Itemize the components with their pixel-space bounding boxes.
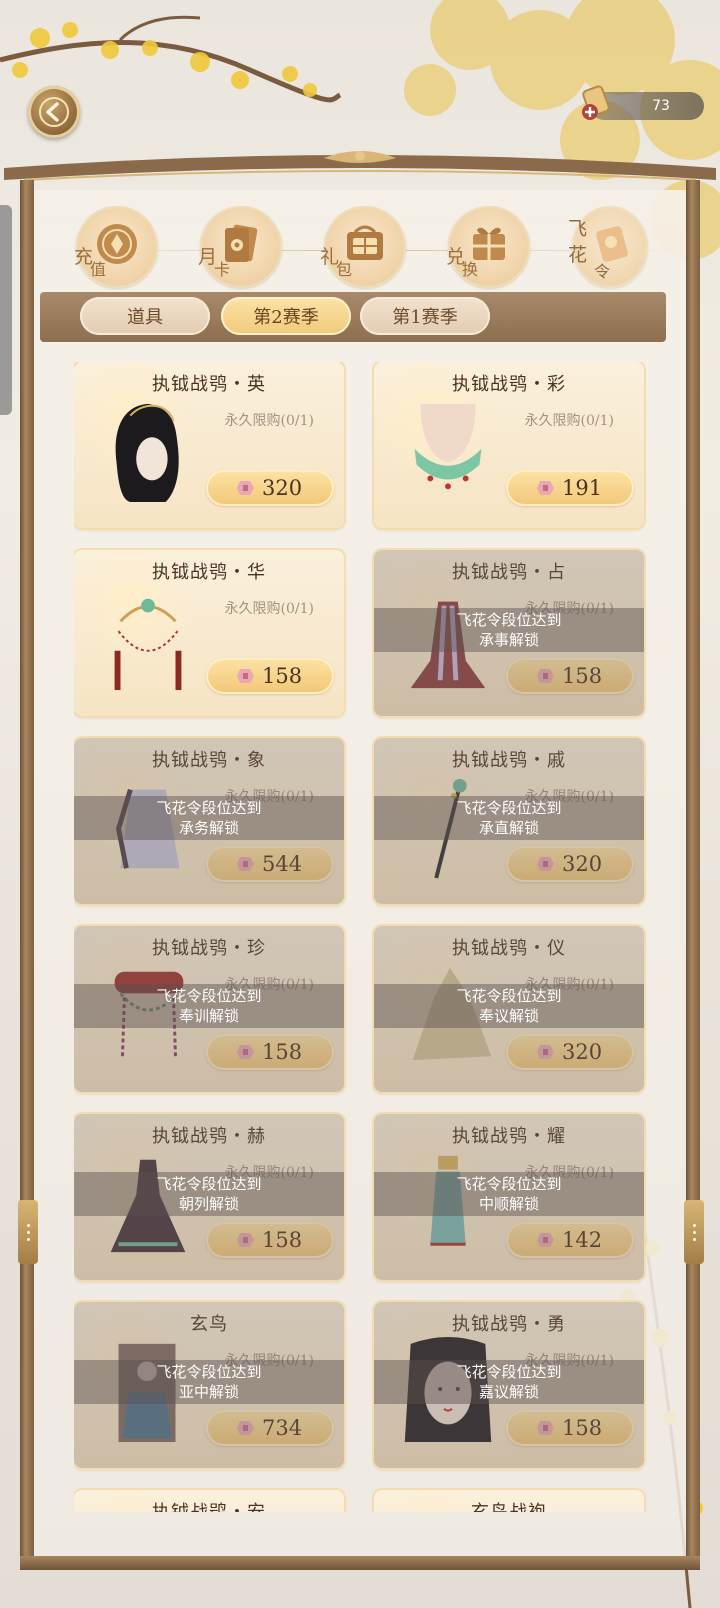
item-card[interactable]: 玄鸟战袍	[374, 1490, 644, 1512]
black-hairstyle-image	[115, 403, 179, 503]
item-card[interactable]: 执钺战鸮・安	[74, 1490, 344, 1512]
item-name: 执钺战鸮・华	[152, 562, 266, 583]
item-card[interactable]: 执钺战鸮・耀 永久限购(0/1) 142 飞花令段位达到 中顺解锁	[374, 1114, 644, 1280]
item-card[interactable]: 执钺战鸮・珍 永久限购(0/1) 158 飞花令段位达到 奉训解锁	[74, 926, 344, 1092]
item-grid: 执钺战鸮・英 永久限购(0/1) 320 执钺战鸮・彩 永久限购(0/1) 191 执钺战鸮…	[74, 362, 654, 1512]
item-name: 玄鸟战袍	[374, 1498, 644, 1512]
item-card[interactable]: 执钺战鸮・仪 永久限购(0/1) 320 飞花令段位达到 奉议解锁	[374, 926, 644, 1092]
unlock-requirement-line2: 承务解锁	[178, 819, 239, 837]
frame-bottom-bar	[20, 1556, 700, 1570]
tab-bar: 道具 第2赛季 第1赛季	[40, 292, 666, 342]
unlock-requirement: 飞花令段位达到 承务解锁	[74, 796, 344, 840]
item-card[interactable]: 执钺战鸮・勇 永久限购(0/1) 158 飞花令段位达到 嘉议解锁	[374, 1302, 644, 1468]
unlock-requirement: 飞花令段位达到 奉议解锁	[374, 984, 644, 1028]
unlock-requirement-line2: 奉议解锁	[478, 1007, 539, 1025]
purchase-limit: 永久限购(0/1)	[224, 413, 314, 429]
unlock-requirement: 飞花令段位达到 奉训解锁	[74, 984, 344, 1028]
unlock-requirement-line2: 亚中解锁	[178, 1383, 239, 1401]
frame-right-pillar	[686, 180, 700, 1560]
item-card[interactable]: 执钺战鸮・戚 永久限购(0/1) 320 飞花令段位达到 承直解锁	[374, 738, 644, 904]
unlock-requirement: 飞花令段位达到 中顺解锁	[374, 1172, 644, 1216]
unlock-requirement: 飞花令段位达到 承事解锁	[374, 608, 644, 652]
item-card[interactable]: 执钺战鸮・赫 永久限购(0/1) 158 飞花令段位达到 朝列解锁	[74, 1114, 344, 1280]
beaded-headpiece-image	[114, 598, 182, 691]
item-card[interactable]: 执钺战鸮・占 永久限购(0/1) 158 飞花令段位达到 承事解锁	[374, 550, 644, 716]
buy-button[interactable]: 191	[506, 470, 634, 506]
unlock-requirement-line1: 飞花令段位达到	[456, 799, 562, 817]
unlock-requirement-line1: 飞花令段位达到	[156, 799, 262, 817]
item-price: 158	[262, 664, 303, 688]
back-button[interactable]	[28, 86, 80, 138]
item-name: 执钺战鸮・英	[152, 374, 266, 395]
unlock-requirement-line1: 飞花令段位达到	[156, 1175, 262, 1193]
unlock-requirement: 飞花令段位达到 承直解锁	[374, 796, 644, 840]
item-price: 320	[262, 476, 303, 500]
back-arrow-icon	[39, 97, 69, 127]
unlock-requirement-line1: 飞花令段位达到	[156, 987, 262, 1005]
item-name: 执钺战鸮・彩	[452, 374, 566, 395]
unlock-requirement-line2: 承直解锁	[478, 819, 539, 837]
currency-display[interactable]: 73	[582, 85, 704, 120]
unlock-requirement: 飞花令段位达到 朝列解锁	[74, 1172, 344, 1216]
right-scroll-knob[interactable]	[684, 1200, 704, 1264]
flying-flower-token-icon	[582, 85, 610, 120]
unlock-requirement-line1: 飞花令段位达到	[456, 987, 562, 1005]
unlock-requirement-line1: 飞花令段位达到	[156, 1363, 262, 1381]
unlock-requirement-line1: 飞花令段位达到	[456, 1363, 562, 1381]
item-name: 执钺战鸮・安	[74, 1498, 344, 1512]
unlock-requirement: 飞花令段位达到 亚中解锁	[74, 1360, 344, 1404]
unlock-requirement-line2: 奉训解锁	[178, 1007, 239, 1025]
frame-left-pillar	[20, 180, 34, 1560]
currency-amount: 73	[652, 98, 670, 114]
item-card[interactable]: 执钺战鸮・华永久限购(0/1) 158	[74, 550, 344, 716]
jade-necklace-image	[414, 403, 482, 490]
flower-currency-icon	[237, 481, 254, 495]
item-card[interactable]: 执钺战鸮・英永久限购(0/1) 320	[74, 362, 344, 528]
shop-category-row: 充值 月卡 礼包 兑换 飞 花 令	[34, 198, 686, 298]
item-card[interactable]: 执钺战鸮・象 永久限购(0/1) 544 飞花令段位达到 承务解锁	[74, 738, 344, 904]
tab-season-1[interactable]: 第1赛季	[360, 297, 490, 335]
item-card[interactable]: 玄鸟 永久限购(0/1) 734 飞花令段位达到 亚中解锁	[74, 1302, 344, 1468]
tab-season-2[interactable]: 第2赛季	[221, 297, 351, 335]
unlock-requirement-line2: 嘉议解锁	[478, 1383, 539, 1401]
unlock-requirement-line2: 朝列解锁	[178, 1195, 239, 1213]
buy-button[interactable]: 158	[206, 658, 334, 694]
unlock-requirement: 飞花令段位达到 嘉议解锁	[374, 1360, 644, 1404]
flower-currency-icon	[537, 481, 554, 495]
left-scroll-knob[interactable]	[18, 1200, 38, 1264]
item-price: 191	[562, 476, 603, 500]
frame-top-ornament	[4, 151, 716, 181]
buy-button[interactable]: 320	[206, 470, 334, 506]
purchase-limit: 永久限购(0/1)	[224, 601, 314, 617]
item-card[interactable]: 执钺战鸮・彩永久限购(0/1) 191	[374, 362, 644, 528]
scroll-icon	[596, 226, 628, 262]
side-pull-tab[interactable]	[0, 205, 12, 415]
unlock-requirement-line2: 承事解锁	[478, 631, 539, 649]
unlock-requirement-line1: 飞花令段位达到	[456, 1175, 562, 1193]
unlock-requirement-line2: 中顺解锁	[478, 1195, 539, 1213]
flower-currency-icon	[237, 669, 254, 683]
tab-items[interactable]: 道具	[80, 297, 210, 335]
purchase-limit: 永久限购(0/1)	[524, 413, 614, 429]
unlock-requirement-line1: 飞花令段位达到	[456, 611, 562, 629]
